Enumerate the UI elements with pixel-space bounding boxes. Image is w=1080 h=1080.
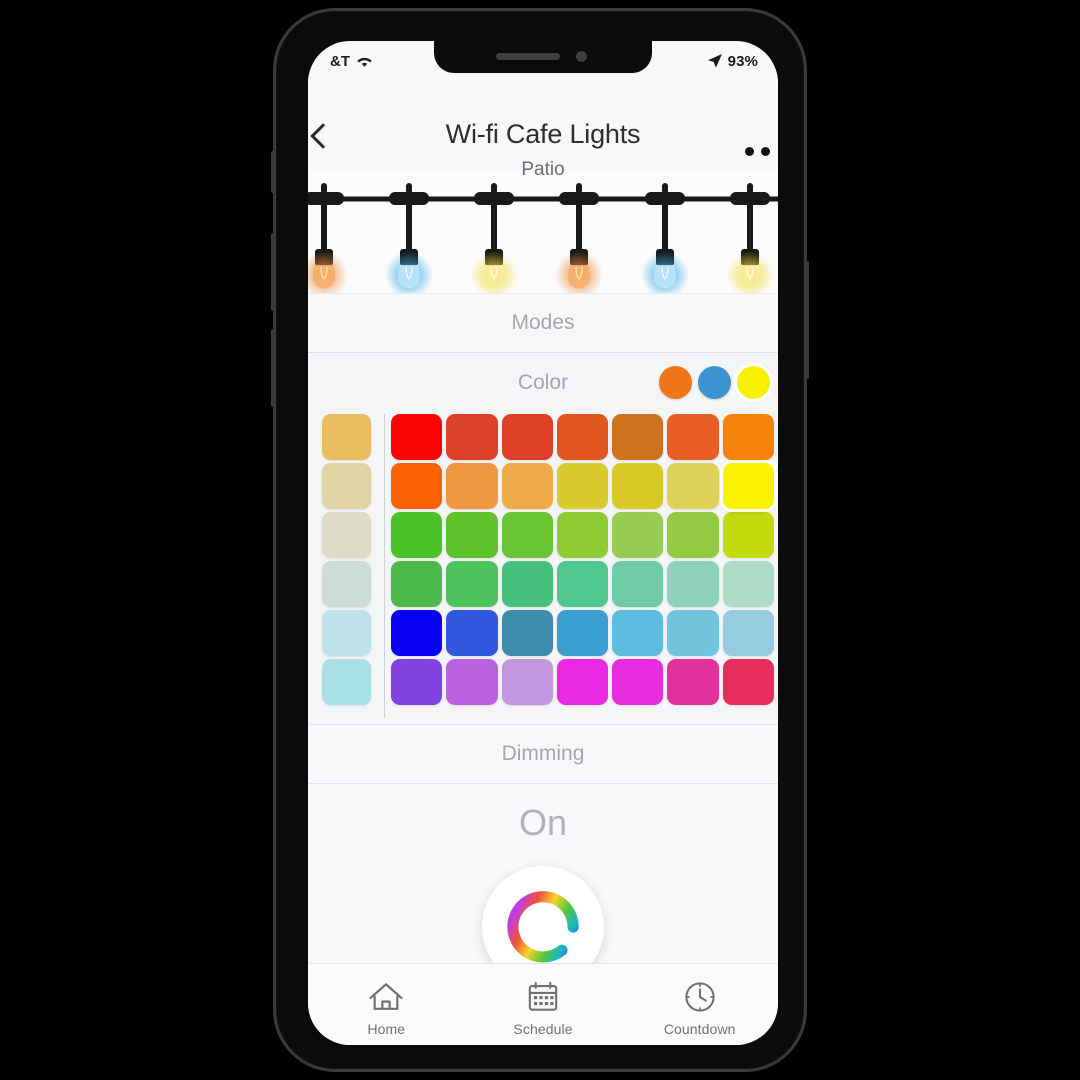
white-swatch-1[interactable] (321, 463, 371, 509)
color-swatch-3-3[interactable] (556, 561, 609, 607)
color-section: Color (308, 354, 778, 724)
phone-screen: &T 93% Wi-fi Cafe Lights Patio Modes Col… (308, 41, 778, 1045)
color-swatch-0-2[interactable] (501, 414, 553, 460)
color-swatch-1-3[interactable] (556, 463, 609, 509)
color-swatch-4-3[interactable] (556, 610, 609, 656)
color-swatch-3-1[interactable] (446, 561, 498, 607)
color-swatch-3-4[interactable] (612, 561, 664, 607)
color-swatch-4-6[interactable] (722, 610, 774, 656)
front-camera-icon (576, 51, 587, 62)
color-swatch-5-0[interactable] (391, 659, 443, 705)
power-side-button[interactable] (804, 261, 809, 379)
color-swatch-2-2[interactable] (501, 512, 553, 558)
white-swatch-0[interactable] (321, 414, 371, 460)
more-dot (745, 147, 754, 156)
color-swatch-3-5[interactable] (667, 561, 719, 607)
status-bar-left: &T (330, 53, 374, 70)
carrier-label: &T (330, 52, 351, 70)
modes-section-header[interactable]: Modes (308, 293, 778, 353)
color-swatch-4-5[interactable] (667, 610, 719, 656)
bottom-tab-bar: Home Schedule Countdown (308, 963, 778, 1045)
color-swatch-3-2[interactable] (501, 561, 553, 607)
navigation-bar: Wi-fi Cafe Lights Patio (308, 75, 778, 180)
color-swatch-0-5[interactable] (667, 414, 719, 460)
battery-percent-label: 93% (727, 52, 758, 70)
clock-icon (685, 981, 715, 1012)
color-swatch-1-5[interactable] (667, 463, 719, 509)
color-swatch-5-1[interactable] (446, 659, 498, 705)
color-swatch-2-4[interactable] (612, 512, 664, 558)
tab-countdown[interactable]: Countdown (621, 964, 778, 1045)
palette-wrapper (308, 412, 778, 724)
tab-schedule[interactable]: Schedule (465, 964, 622, 1045)
speaker-grille-icon (496, 53, 560, 60)
color-swatch-3-0[interactable] (391, 561, 443, 607)
string-lights-svg (308, 183, 778, 293)
color-label: Color (517, 371, 569, 394)
color-swatch-4-4[interactable] (612, 610, 664, 656)
notch (434, 41, 652, 73)
string-lights-illustration (308, 171, 778, 293)
color-swatch-0-1[interactable] (446, 414, 498, 460)
power-state-label: On (518, 802, 568, 843)
color-section-header[interactable]: Color (308, 354, 778, 412)
color-swatch-2-6[interactable] (722, 512, 774, 558)
color-swatch-5-6[interactable] (722, 659, 774, 705)
silence-switch[interactable] (271, 151, 276, 193)
color-swatch-1-0[interactable] (391, 463, 443, 509)
color-swatch-5-4[interactable] (612, 659, 664, 705)
color-swatch-4-1[interactable] (446, 610, 498, 656)
volume-up-button[interactable] (271, 233, 276, 311)
color-dot-blue[interactable] (698, 366, 731, 399)
tab-home-label: Home (367, 1020, 406, 1037)
white-swatch-2[interactable] (321, 512, 371, 558)
color-swatch-0-3[interactable] (556, 414, 609, 460)
color-swatch-2-0[interactable] (391, 512, 443, 558)
white-swatch-4[interactable] (321, 610, 371, 656)
color-swatch-2-5[interactable] (667, 512, 719, 558)
color-swatch-1-1[interactable] (446, 463, 498, 509)
dimming-label: Dimming (501, 742, 585, 765)
color-swatch-4-2[interactable] (501, 610, 553, 656)
color-swatch-0-6[interactable] (722, 414, 774, 460)
color-swatch-3-6[interactable] (722, 561, 774, 607)
modes-label: Modes (511, 311, 575, 334)
color-swatch-5-2[interactable] (501, 659, 553, 705)
active-color-dots (659, 366, 770, 399)
phone-frame: &T 93% Wi-fi Cafe Lights Patio Modes Col… (271, 8, 809, 1072)
wifi-icon (357, 57, 372, 67)
color-swatch-1-2[interactable] (501, 463, 553, 509)
color-swatch-5-3[interactable] (556, 659, 609, 705)
tab-countdown-label: Countdown (663, 1020, 736, 1037)
tab-home[interactable]: Home (308, 964, 465, 1045)
more-dot (761, 147, 770, 156)
more-horizontal-icon[interactable] (745, 147, 770, 156)
color-swatch-0-0[interactable] (391, 414, 443, 460)
white-swatch-5[interactable] (321, 659, 371, 705)
color-swatch-4-0[interactable] (391, 610, 443, 656)
tab-schedule-label: Schedule (513, 1020, 573, 1037)
color-swatch-grid (391, 412, 778, 724)
color-swatch-2-3[interactable] (556, 512, 609, 558)
page-subtitle: Patio (521, 159, 565, 180)
enbrighten-e-logo-icon (507, 891, 579, 963)
calendar-icon (528, 981, 558, 1011)
status-bar-right: 93% (707, 53, 760, 70)
palette-divider (384, 414, 385, 718)
color-swatch-1-6[interactable] (722, 463, 774, 509)
color-swatch-0-4[interactable] (612, 414, 664, 460)
color-swatch-2-1[interactable] (446, 512, 498, 558)
color-swatch-1-4[interactable] (612, 463, 664, 509)
location-arrow-icon (707, 54, 722, 68)
color-swatch-5-5[interactable] (667, 659, 719, 705)
page-title: Wi-fi Cafe Lights (445, 119, 641, 149)
dimming-section-header[interactable]: Dimming (308, 724, 778, 784)
white-temperature-column (312, 412, 380, 724)
white-swatch-3[interactable] (321, 561, 371, 607)
color-dot-yellow[interactable] (737, 366, 770, 399)
volume-down-button[interactable] (271, 329, 276, 407)
home-icon (369, 982, 403, 1010)
power-section: On (308, 784, 778, 988)
color-dot-orange[interactable] (659, 366, 692, 399)
